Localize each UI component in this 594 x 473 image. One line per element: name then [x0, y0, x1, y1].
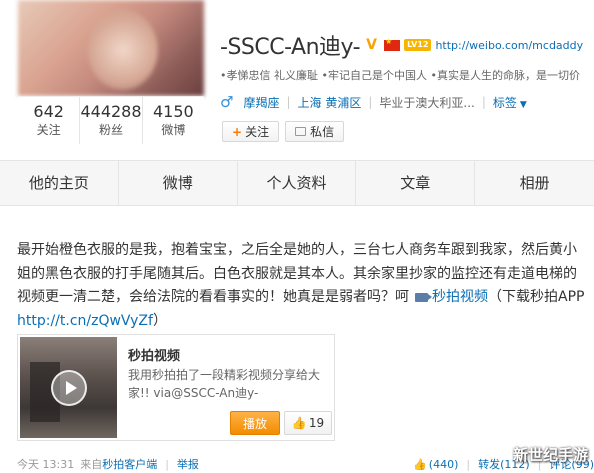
stat-followers[interactable]: 444288 粉丝	[80, 97, 143, 144]
divider: |	[481, 95, 486, 109]
school-text: 毕业于澳大利亚...	[379, 95, 475, 110]
video-like-button[interactable]: 👍 19	[284, 411, 332, 435]
location-link[interactable]: 上海 黄浦区	[298, 94, 362, 111]
stat-followers-value: 444288	[80, 102, 142, 121]
short-url-link[interactable]: http://t.cn/zQwVyZf	[17, 313, 153, 329]
like-action[interactable]: 👍 (440)	[413, 458, 458, 471]
watermark-logo: 新世纪手游	[484, 440, 594, 473]
thumbs-up-icon: 👍	[413, 457, 427, 471]
follow-label: 关注	[245, 125, 270, 139]
stat-posts-value: 4150	[152, 102, 194, 121]
weibo-page: 642 关注 444288 粉丝 4150 微博 -SSCC-An迪y- V L…	[0, 0, 594, 473]
source-prefix: 来自	[80, 458, 103, 471]
verified-icon[interactable]: V	[366, 38, 380, 52]
stat-following-value: 642	[33, 102, 64, 121]
tab-weibo[interactable]: 微博	[119, 161, 238, 205]
thumbs-up-icon: 👍	[291, 416, 307, 430]
tab-albums[interactable]: 相册	[475, 161, 594, 205]
video-like-count: 19	[308, 416, 325, 430]
stat-posts-label: 微博	[161, 123, 186, 137]
constellation-link[interactable]: 摩羯座	[243, 94, 279, 111]
stat-following[interactable]: 642 关注	[18, 97, 81, 144]
divider: |	[286, 95, 291, 109]
weibo-post: 最开始橙色衣服的是我，抱着宝宝，之后全是她的人，三台七人商务车跟到我家，然后黄小…	[0, 206, 594, 473]
divider: |	[165, 457, 169, 471]
like-count: (440)	[428, 457, 459, 471]
profile-name-row: -SSCC-An迪y- V LV12 http://weibo.com/mcda…	[220, 30, 594, 60]
chevron-down-icon: ▼	[519, 99, 527, 110]
profile-header: 642 关注 444288 粉丝 4150 微博 -SSCC-An迪y- V L…	[0, 0, 594, 160]
watermark-text: 新世纪手游	[512, 446, 588, 464]
profile-info-row: ♂ 摩羯座 | 上海 黄浦区 | 毕业于澳大利亚... | 标签 ▼	[220, 93, 594, 111]
profile-name: -SSCC-An迪y-	[220, 35, 361, 60]
play-button[interactable]: 播放	[230, 411, 280, 435]
video-card-title[interactable]: 秒拍视频	[128, 345, 180, 364]
divider: |	[368, 95, 373, 109]
post-text: 最开始橙色衣服的是我，抱着宝宝，之后全是她的人，三台七人商务车跟到我家，然后黄小…	[17, 239, 589, 333]
video-card[interactable]: 秒拍视频 我用秒拍拍了一段精彩视频分享给大家!! via@SSCC-An迪y- …	[17, 334, 335, 441]
video-camera-icon	[415, 292, 432, 302]
profile-tabs: 他的主页 微博 个人资料 文章 相册	[0, 160, 594, 206]
message-label: 私信	[310, 125, 335, 139]
message-icon	[295, 127, 307, 136]
post-time[interactable]: 今天 13:31	[17, 456, 74, 472]
post-body-end: ）	[152, 312, 167, 329]
profile-avatar[interactable]	[18, 0, 204, 96]
profile-actions: + 关注 私信	[222, 121, 350, 142]
video-link[interactable]: 秒拍视频	[432, 289, 488, 305]
profile-stats: 642 关注 444288 粉丝 4150 微博	[18, 96, 204, 144]
tab-home[interactable]: 他的主页	[0, 161, 119, 205]
source-link[interactable]: 秒拍客户端	[102, 456, 157, 472]
video-thumbnail[interactable]	[20, 337, 117, 438]
stat-followers-label: 粉丝	[98, 123, 123, 137]
male-icon: ♂	[220, 93, 234, 111]
play-icon[interactable]	[51, 370, 87, 406]
vip-level-icon[interactable]: LV12	[404, 39, 432, 51]
follow-button[interactable]: + 关注	[222, 121, 280, 142]
homepage-link[interactable]: http://weibo.com/mcdaddy	[435, 39, 583, 52]
china-flag-icon	[384, 37, 401, 51]
tags-label: 标签	[492, 95, 517, 110]
tab-profile-info[interactable]: 个人资料	[238, 161, 357, 205]
divider: |	[466, 457, 471, 471]
message-button[interactable]: 私信	[285, 121, 345, 142]
post-body-download: （下载秒拍APP	[488, 289, 585, 305]
report-link[interactable]: 举报	[177, 456, 199, 472]
profile-bio: •孝悌忠信 礼义廉耻 •牢记自己是个中国人 •真实是人生的命脉，是一切价	[220, 69, 580, 82]
plus-icon: +	[232, 124, 243, 139]
tab-articles[interactable]: 文章	[356, 161, 476, 205]
tags-dropdown[interactable]: 标签 ▼	[493, 94, 527, 111]
stat-posts[interactable]: 4150 微博	[143, 97, 204, 144]
video-card-description: 我用秒拍拍了一段精彩视频分享给大家!! via@SSCC-An迪y-	[128, 368, 321, 400]
stat-following-label: 关注	[36, 123, 61, 137]
